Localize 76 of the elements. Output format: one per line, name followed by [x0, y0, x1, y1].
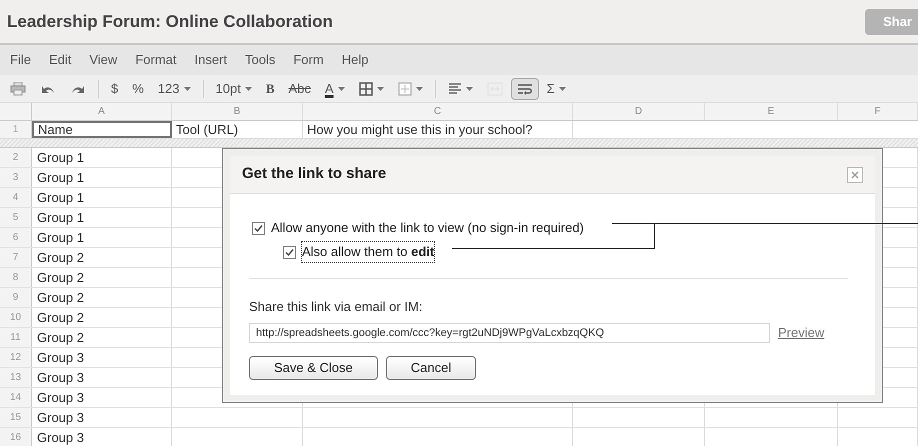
table-cell[interactable]: Group 2	[32, 248, 172, 267]
caret-icon	[376, 86, 384, 90]
dialog-title: Get the link to share	[242, 164, 386, 184]
table-cell[interactable]: Group 1	[32, 168, 172, 187]
menu-item[interactable]: View	[81, 50, 126, 70]
table-cell[interactable]: Group 3	[32, 408, 172, 427]
borders-icon	[358, 82, 373, 96]
row-number: 9	[0, 288, 32, 307]
table-cell[interactable]: How you might use this in your school?	[303, 121, 573, 138]
toolbar-button[interactable]: Σ	[540, 78, 572, 100]
table-cell[interactable]: Group 2	[32, 268, 172, 287]
menu-item[interactable]: Help	[334, 50, 376, 70]
share-label: Share this link via email or IM:	[249, 298, 424, 316]
checkbox-label[interactable]: Allow anyone with the link to view (no sign-in required)	[271, 218, 584, 238]
toolbar-button[interactable]: $	[105, 78, 124, 100]
toolbar-button[interactable]: %	[126, 78, 150, 100]
caret-icon	[184, 86, 190, 90]
table-cell[interactable]: Tool (URL)	[172, 121, 303, 138]
caret-icon	[338, 86, 345, 90]
row-number: 6	[0, 228, 32, 247]
toolbar-button[interactable]	[510, 78, 539, 100]
menu-item[interactable]: File	[2, 50, 39, 70]
row-number: 4	[0, 188, 32, 207]
table-cell[interactable]: Group 1	[32, 148, 172, 167]
caret-icon	[466, 86, 473, 90]
row-number: 14	[0, 388, 32, 407]
caret-icon	[558, 86, 566, 90]
table-cell[interactable]: Group 1	[32, 208, 172, 227]
row-number: 5	[0, 208, 32, 227]
document-title: Leadership Forum: Online Collaboration	[7, 10, 333, 33]
table-cell[interactable]: Group 3	[32, 388, 172, 407]
table-cell[interactable]: Group 3	[32, 428, 172, 446]
caret-icon	[416, 86, 423, 90]
close-icon	[851, 170, 859, 178]
row-number: 2	[0, 148, 32, 167]
print-icon	[10, 82, 26, 96]
caret-icon	[244, 86, 252, 90]
table-cell[interactable]: Group 2	[32, 328, 172, 347]
dialog-button[interactable]: Save & Close	[249, 356, 378, 380]
close-button[interactable]	[847, 166, 863, 182]
link-field[interactable]: http://spreadsheets.google.com/ccc?key=rgt2uNDj9WPgVaLcxbzqQKQ	[249, 322, 770, 342]
table-cell[interactable]: Group 1	[32, 188, 172, 207]
row-number: 7	[0, 248, 32, 267]
table-cell[interactable]: Group 3	[32, 348, 172, 367]
menu-item[interactable]: Insert	[186, 50, 235, 70]
row-number: 8	[0, 268, 32, 287]
table-cell[interactable]: Group 1	[32, 228, 172, 247]
row-number: 16	[0, 428, 32, 446]
toolbar-button[interactable]: Abc	[282, 78, 317, 100]
wrap-text-icon	[516, 82, 533, 94]
table-cell[interactable]: Group 2	[32, 288, 172, 307]
menu-item[interactable]: Form	[285, 50, 332, 70]
dialog-button[interactable]: Cancel	[386, 356, 476, 380]
checkbox-label[interactable]: Also allow them to edit	[302, 242, 434, 262]
align-icon	[448, 82, 462, 94]
row-number: 11	[0, 328, 32, 347]
menu-item[interactable]: Edit	[40, 50, 80, 70]
row-number: 12	[0, 348, 32, 367]
toolbar-button[interactable]: 10pt	[210, 78, 258, 100]
checkbox[interactable]	[252, 222, 265, 234]
row-number: 1	[0, 121, 32, 138]
row-number: 10	[0, 308, 32, 327]
row-number: 13	[0, 368, 32, 387]
cell-border-icon	[398, 82, 412, 96]
table-cell[interactable]: Group 2	[32, 308, 172, 327]
menu-item[interactable]: Tools	[237, 50, 284, 70]
preview-link[interactable]: Preview	[778, 322, 824, 342]
toolbar-button[interactable]: 123	[152, 78, 196, 100]
menu-item[interactable]: Format	[127, 50, 184, 70]
toolbar-button[interactable]: B	[260, 78, 280, 100]
row-number: 15	[0, 408, 32, 427]
row-number: 3	[0, 168, 32, 187]
table-cell[interactable]: Group 3	[32, 368, 172, 387]
checkbox[interactable]	[283, 246, 296, 258]
table-cell[interactable]: Name	[32, 121, 172, 138]
toolbar-button[interactable]: A	[318, 78, 351, 100]
